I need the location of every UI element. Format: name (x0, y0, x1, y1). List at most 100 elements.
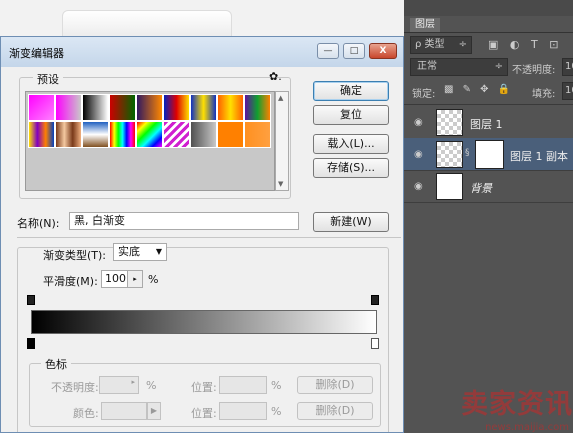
preset-swatch-violet-green-orange[interactable] (244, 94, 271, 121)
stop-color-swatch[interactable] (101, 402, 147, 420)
opacity-stop-left[interactable] (27, 295, 35, 305)
color-stop-right[interactable] (371, 338, 379, 349)
save-button[interactable]: 存储(S)... (313, 158, 389, 178)
preset-swatch-spectrum[interactable] (109, 121, 136, 148)
preset-swatch-blue-red-yellow[interactable] (163, 94, 190, 121)
ok-button[interactable]: 确定 (313, 81, 389, 101)
layer-name: 图层 1 (470, 118, 503, 131)
close-button[interactable]: X (369, 43, 397, 59)
blend-mode-value: 正常 (417, 61, 437, 72)
blend-mode-select[interactable]: 正常 ÷ (410, 58, 508, 76)
maximize-button[interactable]: □ (343, 43, 365, 59)
presets-scrollbar[interactable]: ▲ ▼ (275, 91, 289, 191)
preset-swatch-copper[interactable] (55, 121, 82, 148)
gradient-type-label: 渐变类型(T): (43, 249, 107, 262)
preset-swatch-yellow-violet-orange-blue[interactable] (28, 121, 55, 148)
gradient-type-value: 实底 (118, 245, 140, 258)
presets-gear-icon[interactable]: ✿. (269, 70, 282, 83)
stop-opacity-location-unit: % (271, 379, 282, 392)
opacity-label: 不透明度: (512, 65, 556, 76)
stop-opacity-label: 不透明度: (51, 381, 99, 394)
color-stop-left[interactable] (27, 338, 35, 349)
layer-row[interactable]: ◉ 背景 (404, 170, 573, 203)
stop-color-location-input[interactable] (219, 402, 267, 420)
stop-opacity-location-label: 位置: (191, 381, 217, 394)
smoothness-value: 100 (105, 272, 126, 285)
blend-arrow-icon: ÷ (494, 61, 503, 72)
opacity-input[interactable]: 10 (562, 58, 573, 76)
visibility-eye-icon[interactable]: ◉ (414, 149, 423, 160)
preset-swatch-blue-yellow-blue[interactable] (190, 94, 217, 121)
lock-label: 锁定: (412, 89, 436, 100)
layer-kind-filter[interactable]: ρ 类型 ÷ (410, 36, 472, 54)
preset-swatch-chrome[interactable] (82, 121, 109, 148)
lock-icons[interactable]: ▩ ✎ ✥ 🔒 (444, 84, 513, 95)
color-stops-legend: 色标 (41, 356, 71, 372)
layer-thumbnail (436, 109, 463, 136)
stop-opacity-unit: % (146, 379, 157, 392)
kind-filter-label: ρ 类型 (415, 39, 445, 50)
gradient-preview-bar[interactable] (31, 310, 377, 334)
layer-name: 图层 1 副本 (510, 150, 568, 163)
presets-label: 预设 (33, 71, 63, 87)
smoothness-input[interactable]: 100 ▸ (101, 270, 143, 288)
preset-swatch-foreground-to-background[interactable] (28, 94, 55, 121)
stop-opacity-input[interactable]: ▸ (99, 376, 139, 394)
load-button[interactable]: 载入(L)... (313, 134, 389, 154)
visibility-eye-icon[interactable]: ◉ (414, 117, 423, 128)
watermark-text: 卖家资讯 (461, 389, 573, 420)
stop-color-location-label: 位置: (191, 407, 217, 420)
preset-swatch-orange-yellow-orange[interactable] (217, 94, 244, 121)
preset-swatch-transparent-rainbow[interactable] (136, 121, 163, 148)
preset-swatch-neutral-density[interactable] (190, 121, 217, 148)
smoothness-stepper-icon[interactable]: ▸ (127, 271, 142, 287)
stop-color-arrow-icon[interactable]: ▶ (147, 402, 161, 420)
preset-swatch-orange-solid[interactable] (217, 121, 244, 148)
opacity-stop-right[interactable] (371, 295, 379, 305)
gradient-type-select[interactable]: 实底 ▼ (113, 243, 167, 261)
scroll-up-icon[interactable]: ▲ (278, 94, 283, 102)
name-input[interactable]: 黑, 白渐变 (69, 212, 299, 230)
tab-divider (404, 32, 573, 33)
stop-color-location-unit: % (271, 405, 282, 418)
smoothness-label: 平滑度(M): (43, 275, 98, 288)
preset-swatch-foreground-to-transparent[interactable] (55, 94, 82, 121)
dialog-titlebar[interactable]: 渐变编辑器 — □ X (1, 37, 403, 67)
gradient-editor-dialog: 渐变编辑器 — □ X 预设 ✿. ▲ ▼ 确定 复位 载入(L)... 存储(… (0, 36, 404, 433)
fill-label: 填充: (532, 89, 556, 100)
stop-opacity-location-input[interactable] (219, 376, 267, 394)
layer-row-selected[interactable]: ◉ § 图层 1 副本 (404, 138, 573, 171)
layer-thumbnail (436, 173, 463, 200)
preset-swatch-orange-light[interactable] (244, 121, 271, 148)
divider (17, 237, 401, 238)
chevron-down-icon: ▼ (155, 247, 162, 256)
smoothness-unit: % (148, 273, 159, 286)
filter-icons[interactable]: ▣ ◐ T ⊡ (488, 38, 562, 51)
watermark-url: news.maijia.com (485, 422, 569, 433)
name-label: 名称(N): (17, 217, 60, 230)
kind-filter-arrow-icon: ÷ (458, 39, 467, 50)
scroll-down-icon[interactable]: ▼ (278, 180, 283, 188)
layer-row[interactable]: ◉ 图层 1 (404, 106, 573, 139)
delete-color-stop-button[interactable]: 删除(D) (297, 402, 373, 420)
dialog-title: 渐变编辑器 (9, 47, 64, 60)
reset-button[interactable]: 复位 (313, 105, 389, 125)
layer-mask-thumbnail[interactable] (476, 141, 503, 168)
preset-swatch-violet-orange[interactable] (136, 94, 163, 121)
minimize-button[interactable]: — (317, 43, 339, 59)
preset-swatch-transparent-stripes[interactable] (163, 121, 190, 148)
layers-panel: 图层 ρ 类型 ÷ ▣ ◐ T ⊡ 正常 ÷ 不透明度: 10 锁定: ▩ ✎ … (404, 0, 573, 433)
panel-header (404, 0, 573, 16)
link-chain-icon: § (465, 148, 470, 158)
preset-swatch-red-green[interactable] (109, 94, 136, 121)
fill-input[interactable]: 10 (562, 82, 573, 100)
visibility-eye-icon[interactable]: ◉ (414, 181, 423, 192)
presets-grid (25, 91, 275, 191)
layers-tab[interactable]: 图层 (410, 18, 440, 32)
layers-divider (404, 104, 573, 105)
layer-thumbnail (436, 141, 463, 168)
stop-color-label: 颜色: (73, 407, 99, 420)
delete-opacity-stop-button[interactable]: 删除(D) (297, 376, 373, 394)
new-button[interactable]: 新建(W) (313, 212, 389, 232)
preset-swatch-black-white[interactable] (82, 94, 109, 121)
